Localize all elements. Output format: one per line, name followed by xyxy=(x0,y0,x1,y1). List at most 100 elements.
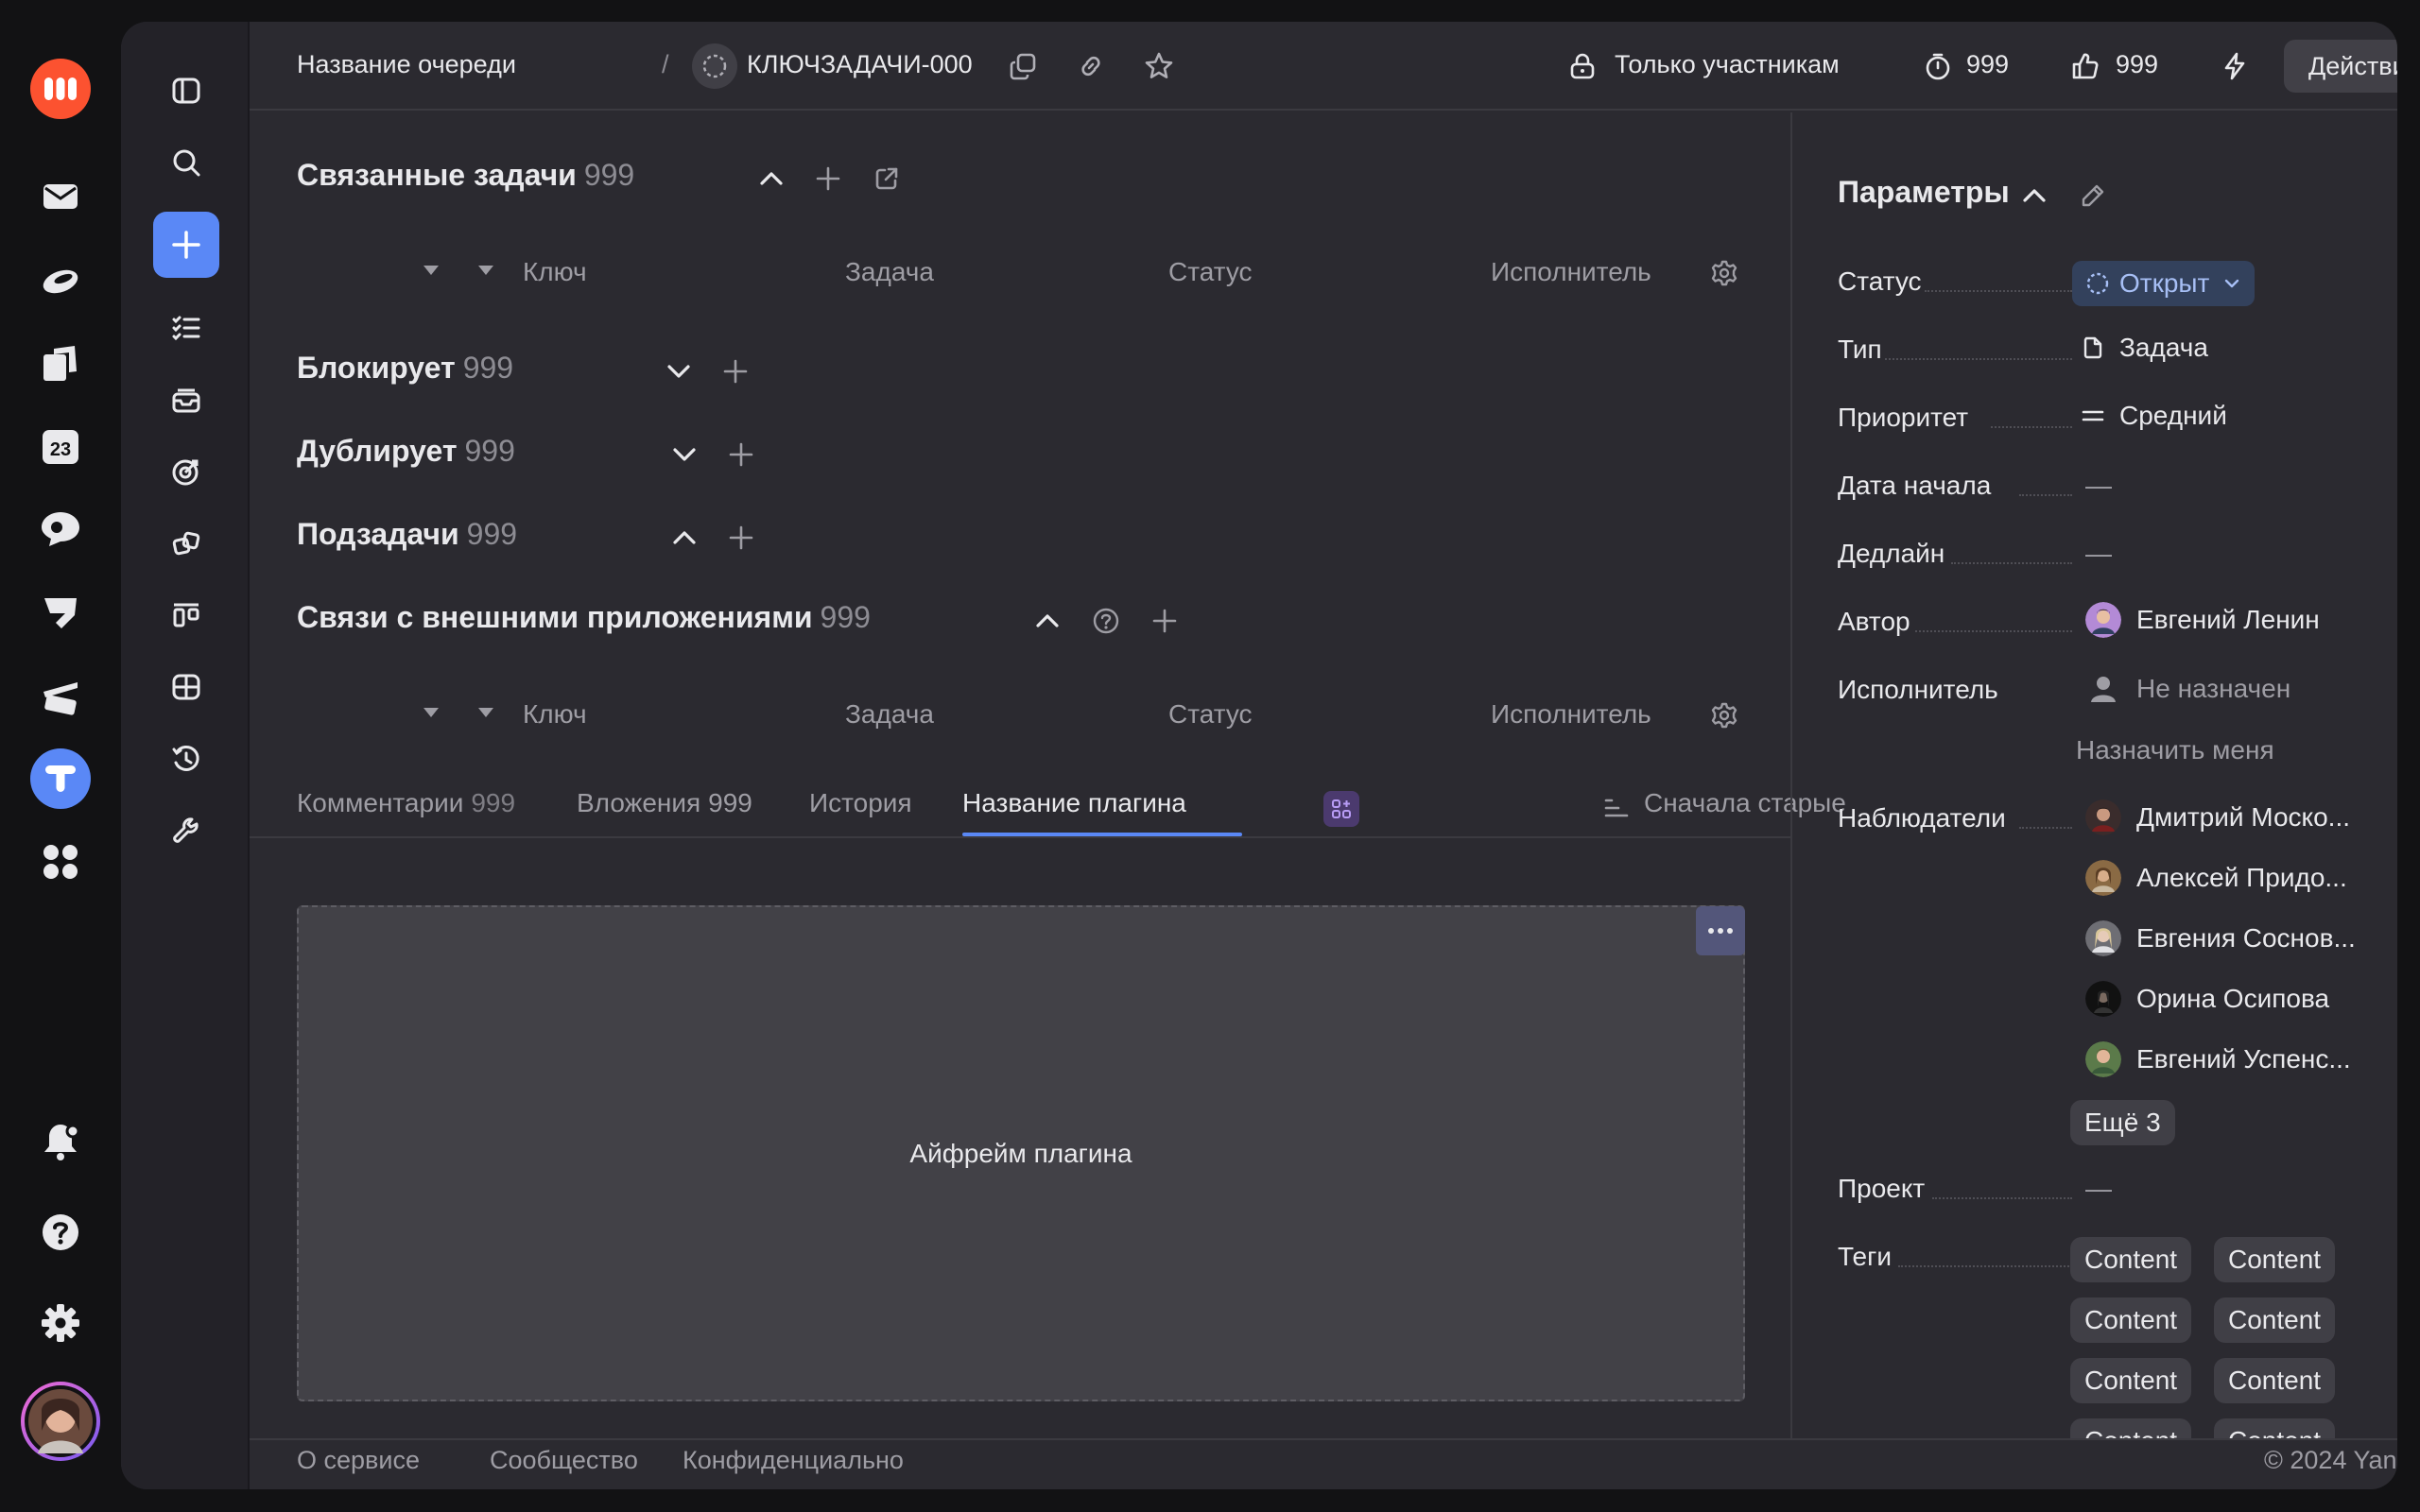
tag-chip[interactable]: Content xyxy=(2214,1297,2336,1343)
sidebar-toggle-icon[interactable] xyxy=(153,58,219,124)
linked-tasks-title[interactable]: Связанные задачи 999 xyxy=(297,158,634,193)
tag-chip[interactable]: Content xyxy=(2070,1297,2192,1343)
disk-icon[interactable] xyxy=(30,249,91,310)
external-links-title[interactable]: Связи с внешними приложениями 999 xyxy=(297,600,871,635)
add-subtask-icon[interactable] xyxy=(722,519,760,557)
tab-plugin[interactable]: Название плагина xyxy=(962,788,1186,818)
tab-history[interactable]: История xyxy=(809,788,912,818)
lightning-icon[interactable] xyxy=(2216,47,2254,85)
goals-icon[interactable] xyxy=(153,438,219,505)
subtasks-title[interactable]: Подзадачи 999 xyxy=(297,517,517,552)
dashboards-icon[interactable] xyxy=(153,654,219,720)
settings-icon[interactable] xyxy=(30,1293,91,1353)
boards-icon[interactable] xyxy=(153,582,219,648)
add-duplicates-icon[interactable] xyxy=(722,436,760,473)
task-key[interactable]: КЛЮЧЗАДАЧИ-000 xyxy=(747,50,973,79)
all-services-icon[interactable] xyxy=(30,832,91,892)
assign-me-link[interactable]: Назначить меня xyxy=(2076,735,2274,765)
watcher-item[interactable]: Евгения Соснов... xyxy=(2085,920,2356,956)
user-avatar[interactable] xyxy=(21,1382,100,1461)
docs-icon[interactable] xyxy=(30,333,91,393)
th-status[interactable]: Статус xyxy=(1168,699,1253,730)
breadcrumb-queue[interactable]: Название очереди xyxy=(297,50,516,79)
copy-icon[interactable] xyxy=(1004,47,1042,85)
th-task[interactable]: Задача xyxy=(845,257,934,287)
calendar-icon[interactable]: 23 xyxy=(30,416,91,476)
th-task[interactable]: Задача xyxy=(845,699,934,730)
blocks-title[interactable]: Блокирует 999 xyxy=(297,351,513,386)
select-caret-icon[interactable] xyxy=(476,264,495,277)
assignee-value[interactable]: Не назначен xyxy=(2085,671,2290,707)
select-caret-icon[interactable] xyxy=(476,706,495,719)
chevron-up-icon[interactable] xyxy=(666,519,703,557)
deadline-value[interactable]: — xyxy=(2085,539,2112,569)
param-type-value[interactable]: Задача xyxy=(2076,331,2208,365)
tag-chip[interactable]: Content xyxy=(2214,1418,2336,1438)
queues-icon[interactable] xyxy=(153,367,219,433)
footer-link-community[interactable]: Сообщество xyxy=(490,1446,638,1475)
tab-attachments[interactable]: Вложения 999 xyxy=(577,788,752,818)
sort-icon[interactable] xyxy=(1599,791,1634,825)
chevron-up-icon[interactable] xyxy=(752,160,790,198)
notifications-icon[interactable] xyxy=(30,1111,91,1172)
project-value[interactable]: — xyxy=(2085,1174,2112,1204)
telemost-icon[interactable] xyxy=(30,665,91,726)
collapse-caret-icon[interactable] xyxy=(422,706,441,719)
more-watchers-button[interactable]: Ещё 3 xyxy=(2070,1100,2175,1145)
timer-icon[interactable] xyxy=(1919,47,1957,85)
forms-icon[interactable] xyxy=(30,582,91,643)
tab-comments[interactable]: Комментарии 999 xyxy=(297,788,515,818)
like-icon[interactable] xyxy=(2066,47,2104,85)
chevron-down-icon[interactable] xyxy=(666,436,703,473)
time-icon[interactable] xyxy=(153,726,219,792)
mail-icon[interactable] xyxy=(30,166,91,227)
th-key[interactable]: Ключ xyxy=(523,257,587,287)
star-icon[interactable] xyxy=(1140,47,1178,85)
param-priority-value[interactable]: Средний xyxy=(2076,399,2227,433)
th-assignee[interactable]: Исполнитель xyxy=(1491,699,1651,730)
duplicates-title[interactable]: Дублирует 999 xyxy=(297,434,515,469)
th-key[interactable]: Ключ xyxy=(523,699,587,730)
status-dropdown[interactable]: Открыт xyxy=(2072,261,2256,306)
chevron-down-icon[interactable] xyxy=(660,352,698,390)
more-icon[interactable] xyxy=(1696,906,1745,955)
external-link-icon[interactable] xyxy=(868,160,906,198)
chevron-up-icon[interactable] xyxy=(1028,602,1066,640)
table-settings-icon[interactable] xyxy=(1705,254,1743,292)
yandex-logo-icon[interactable] xyxy=(30,59,91,119)
admin-icon[interactable] xyxy=(153,798,219,864)
chevron-up-icon[interactable] xyxy=(2015,177,2053,215)
help-circle-icon[interactable] xyxy=(1087,602,1125,640)
edit-icon[interactable] xyxy=(2074,177,2112,215)
table-settings-icon[interactable] xyxy=(1705,696,1743,734)
author-value[interactable]: Евгений Ленин xyxy=(2085,602,2320,638)
watcher-item[interactable]: Евгений Успенс... xyxy=(2085,1041,2351,1077)
add-external-icon[interactable] xyxy=(1146,602,1184,640)
footer-link-about[interactable]: О сервисе xyxy=(297,1446,420,1475)
my-tasks-icon[interactable] xyxy=(153,295,219,361)
tag-chip[interactable]: Content xyxy=(2214,1358,2336,1403)
watcher-item[interactable]: Орина Осипова xyxy=(2085,981,2329,1017)
actions-button[interactable]: Действия xyxy=(2284,40,2397,93)
th-assignee[interactable]: Исполнитель xyxy=(1491,257,1651,287)
params-title[interactable]: Параметры xyxy=(1838,175,2010,210)
watcher-item[interactable]: Алексей Придо... xyxy=(2085,860,2347,896)
footer-link-privacy[interactable]: Конфиденциально xyxy=(683,1446,904,1475)
search-icon[interactable] xyxy=(153,129,219,196)
collapse-caret-icon[interactable] xyxy=(422,264,441,277)
messenger-icon[interactable] xyxy=(30,499,91,559)
link-icon[interactable] xyxy=(1072,47,1110,85)
tag-chip[interactable]: Content xyxy=(2070,1237,2192,1282)
projects-icon[interactable] xyxy=(153,510,219,576)
th-status[interactable]: Статус xyxy=(1168,257,1253,287)
tracker-icon[interactable] xyxy=(30,748,91,809)
tag-chip[interactable]: Content xyxy=(2070,1358,2192,1403)
watcher-item[interactable]: Дмитрий Моско... xyxy=(2085,799,2350,835)
add-icon[interactable] xyxy=(153,212,219,278)
access-label[interactable]: Только участникам xyxy=(1615,50,1840,79)
add-blocks-icon[interactable] xyxy=(717,352,754,390)
help-icon[interactable] xyxy=(30,1202,91,1263)
add-linked-icon[interactable] xyxy=(809,160,847,198)
plugin-iframe[interactable]: Айфрейм плагина xyxy=(297,905,1745,1401)
start-date-value[interactable]: — xyxy=(2085,471,2112,501)
